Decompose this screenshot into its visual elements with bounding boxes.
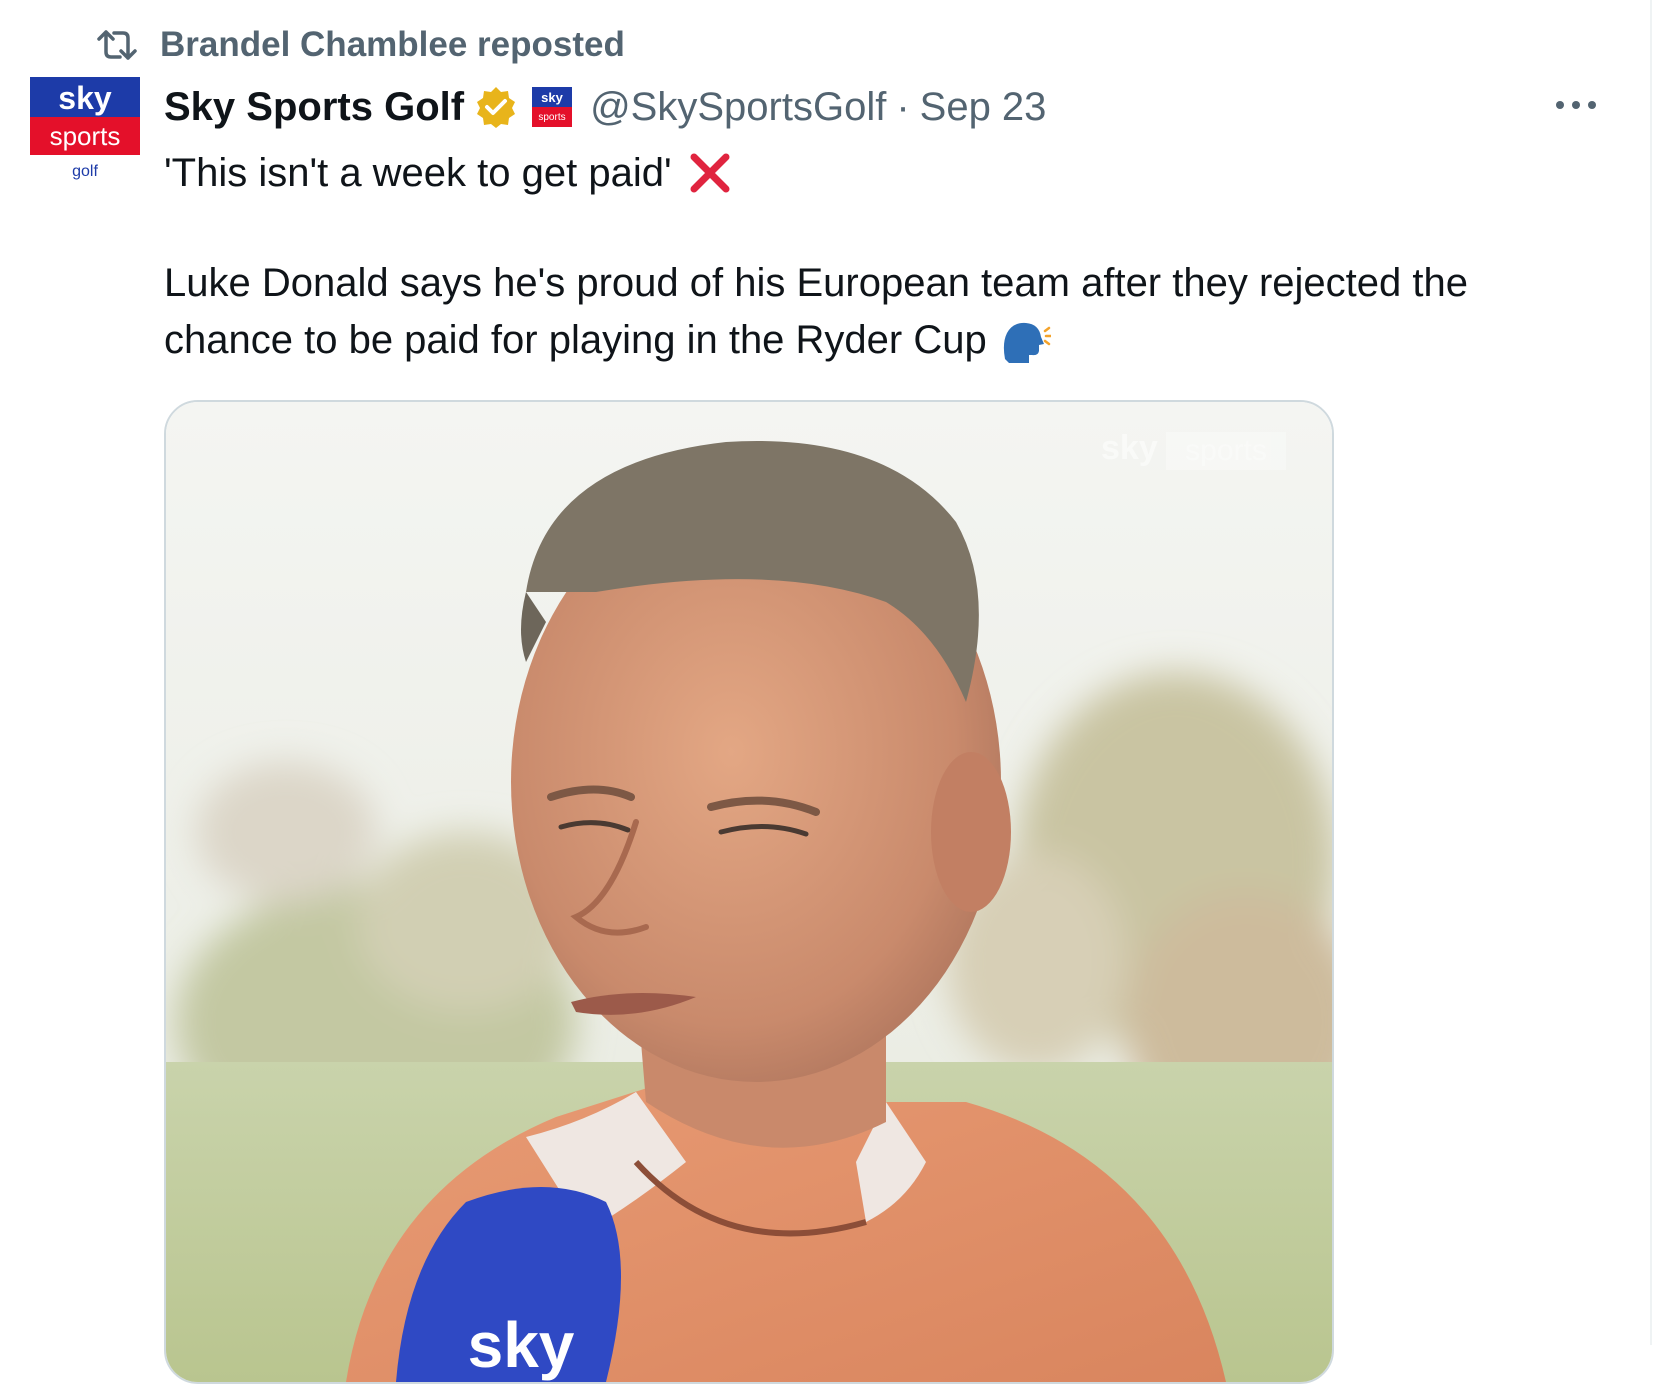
tweet-quote: 'This isn't a week to get paid'	[164, 151, 672, 195]
avatar-sports-text: sports	[50, 121, 121, 151]
video-still: sky sky sports	[166, 402, 1332, 1382]
verified-badge-icon[interactable]	[474, 85, 518, 129]
tweet-text-body: Luke Donald says he's proud of his Europ…	[164, 255, 1604, 369]
affiliate-sports-text: sports	[538, 112, 565, 123]
ear	[931, 752, 1011, 912]
avatar-golf-text: golf	[72, 163, 98, 180]
author-row: Sky Sports Golf sky sports @SkySportsGol…	[164, 80, 1046, 134]
author-handle[interactable]: @SkySportsGolf	[590, 85, 886, 130]
media-card[interactable]: sky sky sports	[164, 400, 1334, 1384]
repost-icon	[97, 30, 137, 60]
avatar[interactable]: sky sports golf	[30, 77, 140, 189]
more-options-button[interactable]	[1548, 88, 1604, 122]
repost-label[interactable]: Brandel Chamblee reposted	[160, 25, 625, 65]
meta-separator: ·	[896, 84, 910, 129]
tweet-text-line1: 'This isn't a week to get paid'	[164, 146, 734, 200]
tweet-body-text: Luke Donald says he's proud of his Europ…	[164, 261, 1468, 362]
repost-header[interactable]: Brandel Chamblee reposted	[96, 22, 625, 68]
affiliate-badge-icon[interactable]: sky sports	[532, 87, 573, 127]
x-mark-icon	[690, 153, 730, 193]
sky-sports-watermark: sky sports	[1101, 429, 1286, 470]
microphone-logo: sky	[468, 1309, 575, 1381]
timeline-divider	[1650, 0, 1652, 1345]
author-name[interactable]: Sky Sports Golf	[164, 85, 464, 130]
speaking-head-icon	[1003, 323, 1051, 364]
affiliate-sky-text: sky	[541, 90, 563, 105]
watermark-sky: sky	[1101, 429, 1158, 467]
avatar-sky-text: sky	[58, 80, 112, 116]
post-date[interactable]: Sep 23	[920, 85, 1047, 130]
watermark-sports: sports	[1185, 434, 1267, 467]
more-dots-icon	[1556, 101, 1596, 109]
